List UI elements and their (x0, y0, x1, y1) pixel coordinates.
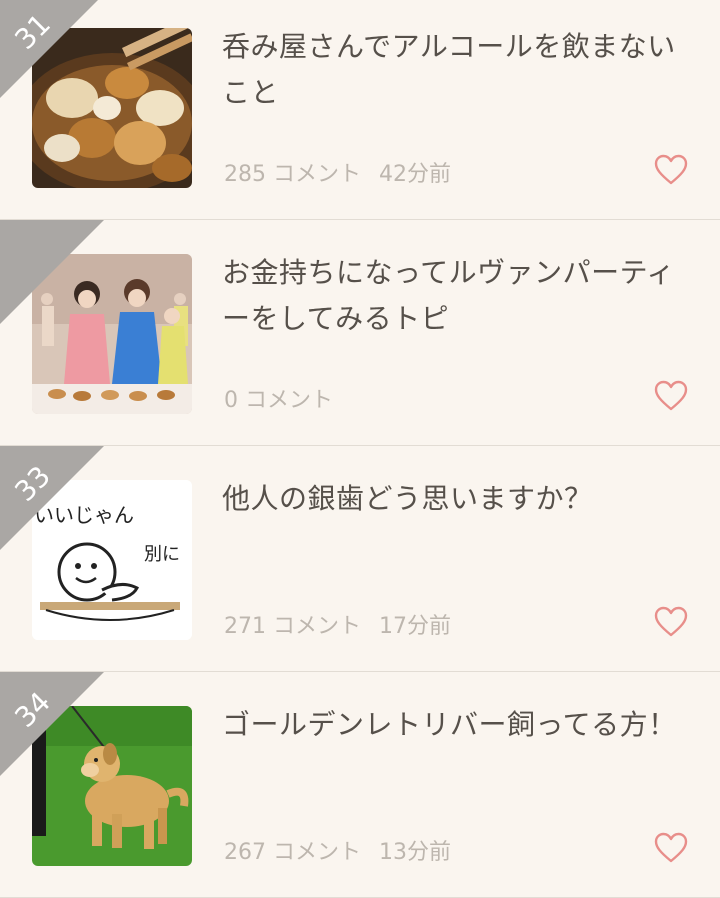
heart-icon[interactable] (654, 606, 688, 638)
heart-icon[interactable] (654, 154, 688, 186)
topic-title[interactable]: 呑み屋さんでアルコールを飲まないこと (222, 24, 692, 116)
topic-meta: 0 コメント (224, 382, 351, 414)
list-item[interactable]: お金持ちになってルヴァンパーティーをしてみるトピ 0 コメント (0, 220, 720, 446)
comment-count: 0 コメント (224, 388, 333, 413)
heart-icon[interactable] (654, 832, 688, 864)
comment-count: 285 コメント (224, 162, 361, 187)
heart-icon[interactable] (654, 380, 688, 412)
posted-time: 13分前 (379, 840, 451, 865)
comment-count: 271 コメント (224, 614, 361, 639)
topic-title[interactable]: ゴールデンレトリバー飼ってる方！ (222, 702, 692, 748)
topic-title[interactable]: 他人の銀歯どう思いますか？ (222, 476, 692, 522)
thumb-text-2: 別に (144, 544, 180, 565)
topic-list: 31 呑み屋さんでアルコールを飲まないこと 285 コメント 42分前 お金持ち… (0, 0, 720, 898)
list-item[interactable]: 33 いいじゃん 別に 他人の銀歯どう思いますか？ 271 コメント 17分前 (0, 446, 720, 672)
list-item[interactable]: 31 呑み屋さんでアルコールを飲まないこと 285 コメント 42分前 (0, 0, 720, 220)
topic-title[interactable]: お金持ちになってルヴァンパーティーをしてみるトピ (222, 250, 692, 342)
posted-time: 17分前 (379, 614, 451, 639)
posted-time: 42分前 (379, 162, 451, 187)
topic-meta: 267 コメント 13分前 (224, 834, 451, 866)
comment-count: 267 コメント (224, 840, 361, 865)
list-item[interactable]: 34 ゴールデンレトリバー飼ってる方！ 267 コメント 13分前 (0, 672, 720, 898)
topic-meta: 271 コメント 17分前 (224, 608, 451, 640)
rank-ribbon (0, 220, 104, 324)
topic-meta: 285 コメント 42分前 (224, 156, 451, 188)
